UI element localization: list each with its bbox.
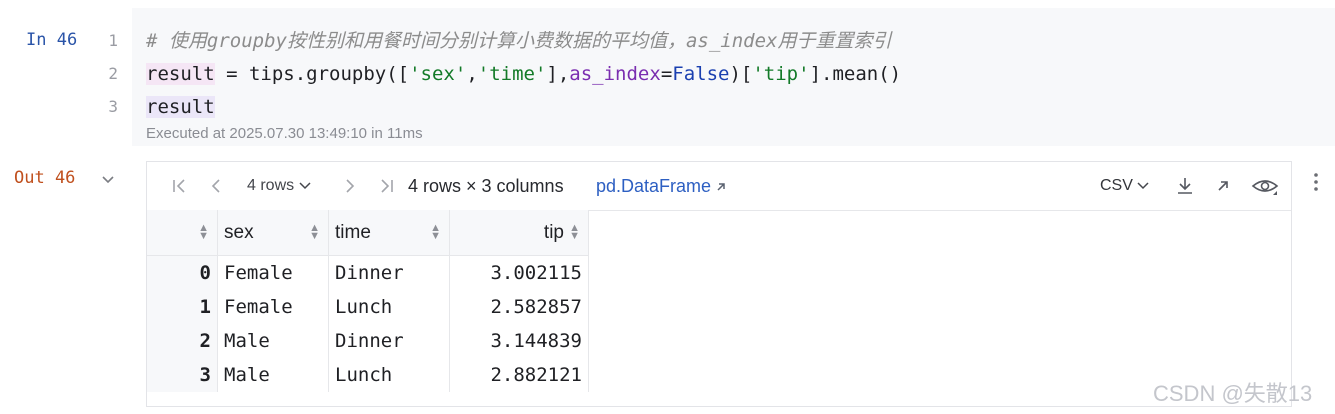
cell-sex: Female <box>217 290 329 324</box>
code-text: )[ <box>729 63 753 85</box>
column-header-time[interactable]: time ▲ ▼ <box>328 210 450 256</box>
column-header-tip[interactable]: tip ▲ ▼ <box>449 210 589 256</box>
var-result: result <box>146 63 215 85</box>
table-header-row: ▲ ▼ sex ▲ ▼ time ▲ ▼ tip ▲ ▼ <box>147 210 589 256</box>
code-bool: False <box>672 63 730 85</box>
execution-info: Executed at 2025.07.30 13:49:10 in 11ms <box>146 125 423 142</box>
arrow-up-right-icon <box>717 183 725 191</box>
sort-icon[interactable]: ▲ ▼ <box>569 223 580 242</box>
chevron-down-icon <box>1137 182 1149 190</box>
row-index: 3 <box>147 358 218 392</box>
code-text: ].mean() <box>809 63 902 85</box>
cell-time: Lunch <box>328 358 450 392</box>
cell-sex: Male <box>217 358 329 392</box>
column-header-label: time <box>335 221 371 243</box>
dataframe-table: ▲ ▼ sex ▲ ▼ time ▲ ▼ tip ▲ ▼ 0 Female Dinner 3.… <box>147 210 589 392</box>
code-comment: # 使用groupby按性别和用餐时间分别计算小费数据的平均值，as_index… <box>146 30 892 52</box>
cell-tip: 2.882121 <box>449 358 589 392</box>
code-text: = <box>660 63 673 85</box>
table-row: 3 Male Lunch 2.882121 <box>147 358 589 392</box>
cell-tip: 3.144839 <box>449 324 589 358</box>
line-number: 3 <box>108 97 118 116</box>
cell-sex: Female <box>217 255 329 290</box>
row-index: 2 <box>147 324 218 358</box>
code-string: 'time' <box>477 63 547 85</box>
var-result: result <box>146 96 215 118</box>
prev-page-icon[interactable] <box>205 175 227 197</box>
code-text: ], <box>546 63 570 85</box>
row-index: 1 <box>147 290 218 324</box>
chevron-down-icon[interactable] <box>101 174 115 186</box>
line-number: 2 <box>108 64 118 83</box>
export-format-select[interactable]: CSV <box>1100 162 1149 210</box>
row-index: 0 <box>147 255 218 290</box>
next-page-icon[interactable] <box>339 175 361 197</box>
cell-time: Dinner <box>328 324 450 358</box>
code-line-3: result <box>146 95 901 128</box>
code-text: = tips.groupby([ <box>214 63 410 85</box>
table-row: 0 Female Dinner 3.002115 <box>147 255 589 290</box>
more-vertical-icon[interactable] <box>1308 170 1324 194</box>
watermark: CSDN @失散13 <box>1153 381 1313 406</box>
chevron-down-icon <box>299 182 311 190</box>
sort-icon[interactable]: ▲ ▼ <box>309 223 320 242</box>
rows-per-page-value: 4 rows <box>247 177 295 194</box>
cell-time: Lunch <box>328 290 450 324</box>
dataframe-type-link[interactable]: pd.DataFrame <box>596 162 726 210</box>
code-string: 'sex' <box>409 63 467 85</box>
dataframe-dimensions: 4 rows × 3 columns <box>408 176 564 196</box>
cell-tip: 3.002115 <box>449 255 589 290</box>
code-kwarg: as_index <box>569 63 661 85</box>
code-text: , <box>466 63 478 85</box>
eye-icon[interactable] <box>1251 175 1279 197</box>
dataframe-type-label: pd.DataFrame <box>596 176 712 196</box>
dataframe-output: 4 rows 4 rows × 3 columns pd.DataFrame C… <box>146 161 1292 407</box>
cell-time: Dinner <box>328 255 450 290</box>
table-row: 1 Female Lunch 2.582857 <box>147 290 589 324</box>
code-string: 'tip' <box>752 63 810 85</box>
open-external-icon[interactable] <box>1212 175 1234 197</box>
code-line-2: result = tips.groupby(['sex','time'],as_… <box>146 62 901 95</box>
index-header[interactable]: ▲ ▼ <box>147 210 218 256</box>
rows-per-page-select[interactable]: 4 rows <box>247 162 311 210</box>
column-header-label: tip <box>543 221 564 243</box>
column-header-label: sex <box>224 221 254 243</box>
output-toolbar: 4 rows 4 rows × 3 columns pd.DataFrame C… <box>147 162 1291 211</box>
cell-out-label: Out 46 <box>14 168 76 188</box>
column-header-sex[interactable]: sex ▲ ▼ <box>217 210 329 256</box>
table-row: 2 Male Dinner 3.144839 <box>147 324 589 358</box>
download-icon[interactable] <box>1174 175 1196 197</box>
first-page-icon[interactable] <box>169 175 191 197</box>
line-number: 1 <box>108 31 118 50</box>
sort-icon[interactable]: ▲ ▼ <box>430 223 441 242</box>
cell-sex: Male <box>217 324 329 358</box>
cell-in-label: In 46 <box>26 30 78 50</box>
cell-tip: 2.582857 <box>449 290 589 324</box>
line-numbers: 1 2 3 <box>96 30 118 129</box>
last-page-icon[interactable] <box>375 175 397 197</box>
code-editor[interactable]: # 使用groupby按性别和用餐时间分别计算小费数据的平均值，as_index… <box>146 29 901 128</box>
export-format-value: CSV <box>1100 177 1133 194</box>
sort-icon[interactable]: ▲ ▼ <box>198 223 209 242</box>
